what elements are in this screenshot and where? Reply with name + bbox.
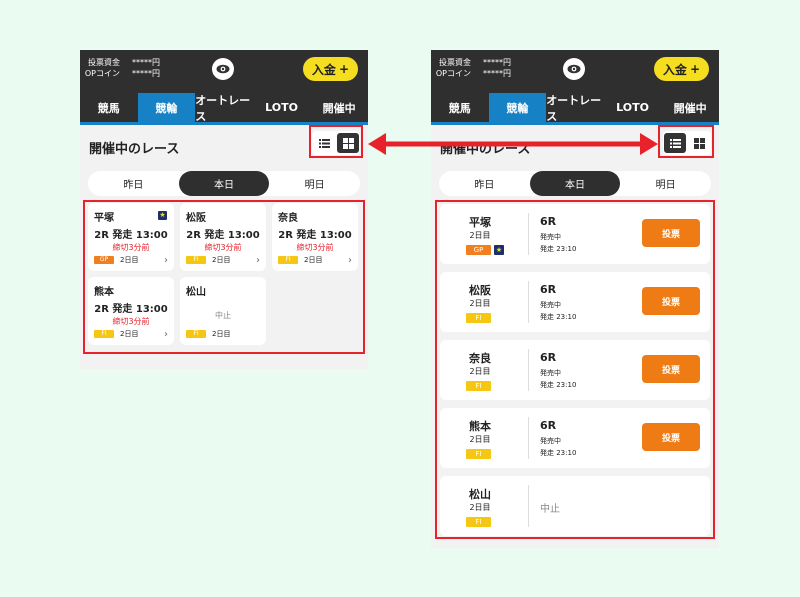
tab-yesterday[interactable]: 昨日 <box>88 171 179 196</box>
coin-value: *****円 <box>132 69 160 78</box>
grid-highlight <box>83 200 365 354</box>
balance-label: 投票資金 <box>439 58 471 67</box>
deposit-label: 入金 <box>662 62 687 77</box>
phone-list-view: 投票資金 *****円 OPコイン *****円 入金 + 競馬 競輪 オートレース… <box>431 50 719 548</box>
balance-display: 投票資金 *****円 OPコイン *****円 <box>433 57 511 79</box>
coin-label: OPコイン <box>435 69 471 78</box>
toggle-highlight <box>658 125 714 158</box>
deposit-button[interactable]: 入金 + <box>653 57 709 81</box>
tab-keiba[interactable]: 競馬 <box>80 93 138 122</box>
tab-autorace[interactable]: オートレース <box>195 93 253 123</box>
category-nav: 競馬 競輪 オートレース LOTO 開催中 <box>431 93 719 125</box>
tab-live[interactable]: 開催中 <box>310 93 368 122</box>
tab-keiba[interactable]: 競馬 <box>431 93 489 122</box>
tab-loto[interactable]: LOTO <box>604 93 662 122</box>
tab-loto[interactable]: LOTO <box>253 93 311 122</box>
coin-value: *****円 <box>483 69 511 78</box>
tab-keirin[interactable]: 競輪 <box>137 93 196 122</box>
day-tabs: 昨日 本日 明日 <box>88 171 360 196</box>
balance-value: *****円 <box>132 58 160 67</box>
day-tabs: 昨日 本日 明日 <box>439 171 711 196</box>
category-nav: 競馬 競輪 オートレース LOTO 開催中 <box>80 93 368 125</box>
tab-today[interactable]: 本日 <box>529 171 621 196</box>
tab-live[interactable]: 開催中 <box>661 93 719 122</box>
balance-label: 投票資金 <box>88 58 120 67</box>
list-highlight <box>435 200 715 539</box>
tab-tomorrow[interactable]: 明日 <box>620 171 711 196</box>
eye-icon[interactable] <box>212 58 234 80</box>
tab-yesterday[interactable]: 昨日 <box>439 171 530 196</box>
tab-autorace[interactable]: オートレース <box>546 93 604 123</box>
balance-display: 投票資金 *****円 OPコイン *****円 <box>82 57 160 79</box>
tab-tomorrow[interactable]: 明日 <box>269 171 360 196</box>
double-arrow-icon <box>368 133 658 155</box>
phone-grid-view: 投票資金 *****円 OPコイン *****円 入金 + 競馬 競輪 オートレース… <box>80 50 368 369</box>
tab-keirin[interactable]: 競輪 <box>488 93 547 122</box>
plus-icon: + <box>338 62 349 76</box>
coin-label: OPコイン <box>84 69 120 78</box>
balance-value: *****円 <box>483 58 511 67</box>
top-bar: 投票資金 *****円 OPコイン *****円 入金 + <box>431 50 719 93</box>
deposit-button[interactable]: 入金 + <box>302 57 358 81</box>
tab-today[interactable]: 本日 <box>178 171 270 196</box>
top-bar: 投票資金 *****円 OPコイン *****円 入金 + <box>80 50 368 93</box>
toggle-highlight <box>309 125 363 158</box>
plus-icon: + <box>689 62 700 76</box>
section-title: 開催中のレース <box>89 142 180 157</box>
eye-icon[interactable] <box>563 58 585 80</box>
deposit-label: 入金 <box>311 62 336 77</box>
